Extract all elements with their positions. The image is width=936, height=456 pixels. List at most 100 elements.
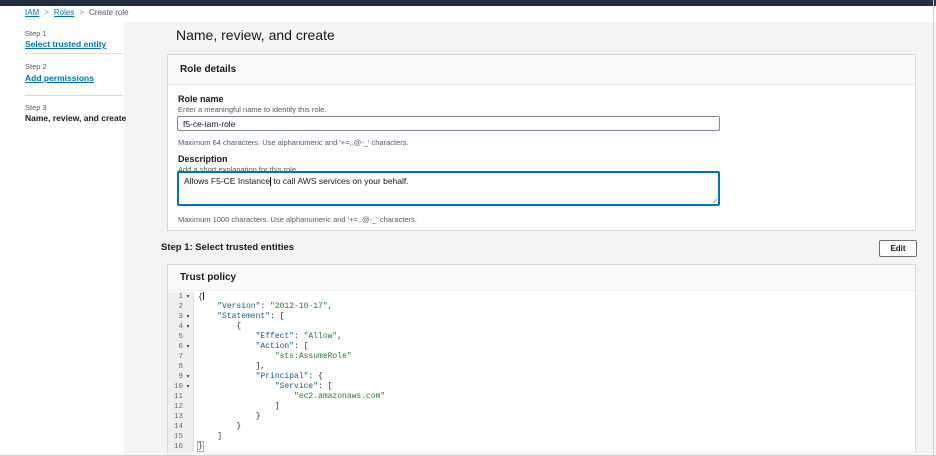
line-number: 14 (168, 422, 183, 432)
fold-toggle-icon[interactable]: ▾ (183, 322, 193, 332)
fold-toggle-icon (183, 412, 193, 422)
gutter: 5 (168, 332, 194, 342)
step1-section-title: Step 1: Select trusted entities (161, 242, 294, 253)
sidebar-divider (25, 95, 123, 96)
sidebar-item-add-permissions[interactable]: Add permissions (25, 73, 94, 83)
line-number: 5 (168, 332, 183, 342)
fold-toggle-icon[interactable]: ▾ (183, 292, 193, 302)
code-text: ] (194, 432, 222, 442)
code-line-14: 14 } (168, 422, 915, 432)
code-text: "Version": "2012-10-17", (194, 302, 332, 312)
breadcrumb-current-create-role: Create role (89, 8, 129, 17)
fold-toggle-icon[interactable]: ▾ (183, 382, 193, 392)
code-line-12: 12 ] (168, 402, 915, 412)
page-title: Name, review, and create (176, 27, 335, 43)
line-number: 15 (168, 432, 183, 442)
step2-label: Step 2 (25, 62, 47, 71)
line-number: 13 (168, 412, 183, 422)
gutter: 7 (168, 352, 194, 362)
role-details-card-title: Role details (168, 55, 915, 85)
breadcrumb-link-iam[interactable]: IAM (25, 8, 39, 17)
code-text: } (194, 422, 241, 432)
code-line-4: 4▾ { (168, 322, 915, 332)
gutter: 16 (168, 442, 194, 452)
line-number: 10 (168, 382, 183, 392)
description-label: Description (178, 154, 228, 164)
code-line-1: 1▾{ (168, 292, 915, 302)
role-name-hint: Enter a meaningful name to identify this… (178, 105, 326, 114)
edit-button[interactable]: Edit (879, 240, 917, 257)
code-text: { (194, 322, 241, 332)
trust-policy-editor[interactable]: 1▾{2 "Version": "2012-10-17",3▾ "Stateme… (168, 292, 915, 452)
role-details-card: Role details Role name Enter a meaningfu… (167, 54, 916, 231)
description-textarea[interactable]: Allows F5-CE Instance to call AWS servic… (177, 171, 720, 206)
code-text: "sts:AssumeRole" (194, 352, 352, 362)
fold-toggle-icon[interactable]: ▾ (183, 372, 193, 382)
gutter: 2 (168, 302, 194, 312)
code-text: ] (194, 402, 280, 412)
description-text-before-cursor: Allows F5-CE Instance (184, 176, 270, 186)
code-text: "ec2.amazonaws.com" (194, 392, 385, 402)
gutter: 14 (168, 422, 194, 432)
code-text: } (194, 442, 203, 452)
gutter: 4▾ (168, 322, 194, 332)
line-number: 2 (168, 302, 183, 312)
trust-policy-card: Trust policy 1▾{2 "Version": "2012-10-17… (167, 264, 916, 452)
code-line-13: 13 } (168, 412, 915, 422)
gutter: 12 (168, 402, 194, 412)
line-number: 3 (168, 312, 183, 322)
code-text: { (194, 292, 204, 302)
code-text: "Effect": "Allow", (194, 332, 342, 342)
gutter: 8 (168, 362, 194, 372)
line-number: 7 (168, 352, 183, 362)
chevron-right-icon: > (44, 8, 49, 17)
sidebar-item-name-review-create: Name, review, and create (25, 113, 126, 123)
gutter: 11 (168, 392, 194, 402)
chevron-right-icon: > (79, 8, 84, 17)
fold-toggle-icon (183, 392, 193, 402)
fold-toggle-icon (183, 362, 193, 372)
line-number: 12 (168, 402, 183, 412)
line-number: 11 (168, 392, 183, 402)
fold-toggle-icon (183, 402, 193, 412)
line-number: 8 (168, 362, 183, 372)
gutter: 3▾ (168, 312, 194, 322)
fold-toggle-icon[interactable]: ▾ (183, 312, 193, 322)
gutter: 10▾ (168, 382, 194, 392)
role-name-label: Role name (178, 94, 224, 104)
code-line-11: 11 "ec2.amazonaws.com" (168, 392, 915, 402)
line-number: 4 (168, 322, 183, 332)
code-line-9: 9▾ "Principal": { (168, 372, 915, 382)
sidebar-divider (25, 53, 123, 54)
panel-right-divider (933, 0, 934, 456)
step1-label: Step 1 (25, 29, 47, 38)
sidebar-item-select-trusted-entity[interactable]: Select trusted entity (25, 39, 106, 49)
fold-toggle-icon (183, 422, 193, 432)
code-line-2: 2 "Version": "2012-10-17", (168, 302, 915, 312)
code-text: } (194, 412, 260, 422)
line-number: 6 (168, 342, 183, 352)
code-text: ], (194, 362, 265, 372)
console-top-bar (0, 0, 936, 6)
gutter: 13 (168, 412, 194, 422)
code-text: "Action": [ (194, 342, 308, 352)
breadcrumb-link-roles[interactable]: Roles (54, 8, 74, 17)
fold-toggle-icon[interactable]: ▾ (183, 342, 193, 352)
fold-toggle-icon (183, 352, 193, 362)
code-line-3: 3▾ "Statement": [ (168, 312, 915, 322)
breadcrumb: IAM > Roles > Create role (25, 8, 129, 17)
code-line-6: 6▾ "Action": [ (168, 342, 915, 352)
textarea-resize-handle[interactable] (710, 196, 717, 203)
gutter: 1▾ (168, 292, 194, 302)
code-line-8: 8 ], (168, 362, 915, 372)
role-name-input[interactable] (177, 116, 720, 131)
trust-policy-card-title: Trust policy (168, 265, 915, 291)
description-constraint: Maximum 1000 characters. Use alphanumeri… (178, 215, 417, 224)
role-name-constraint: Maximum 64 characters. Use alphanumeric … (178, 138, 409, 147)
fold-toggle-icon (183, 332, 193, 342)
line-number: 9 (168, 372, 183, 382)
fold-toggle-icon (183, 302, 193, 312)
fold-toggle-icon (183, 442, 193, 452)
fold-toggle-icon (183, 432, 193, 442)
code-line-16: 16} (168, 442, 915, 452)
